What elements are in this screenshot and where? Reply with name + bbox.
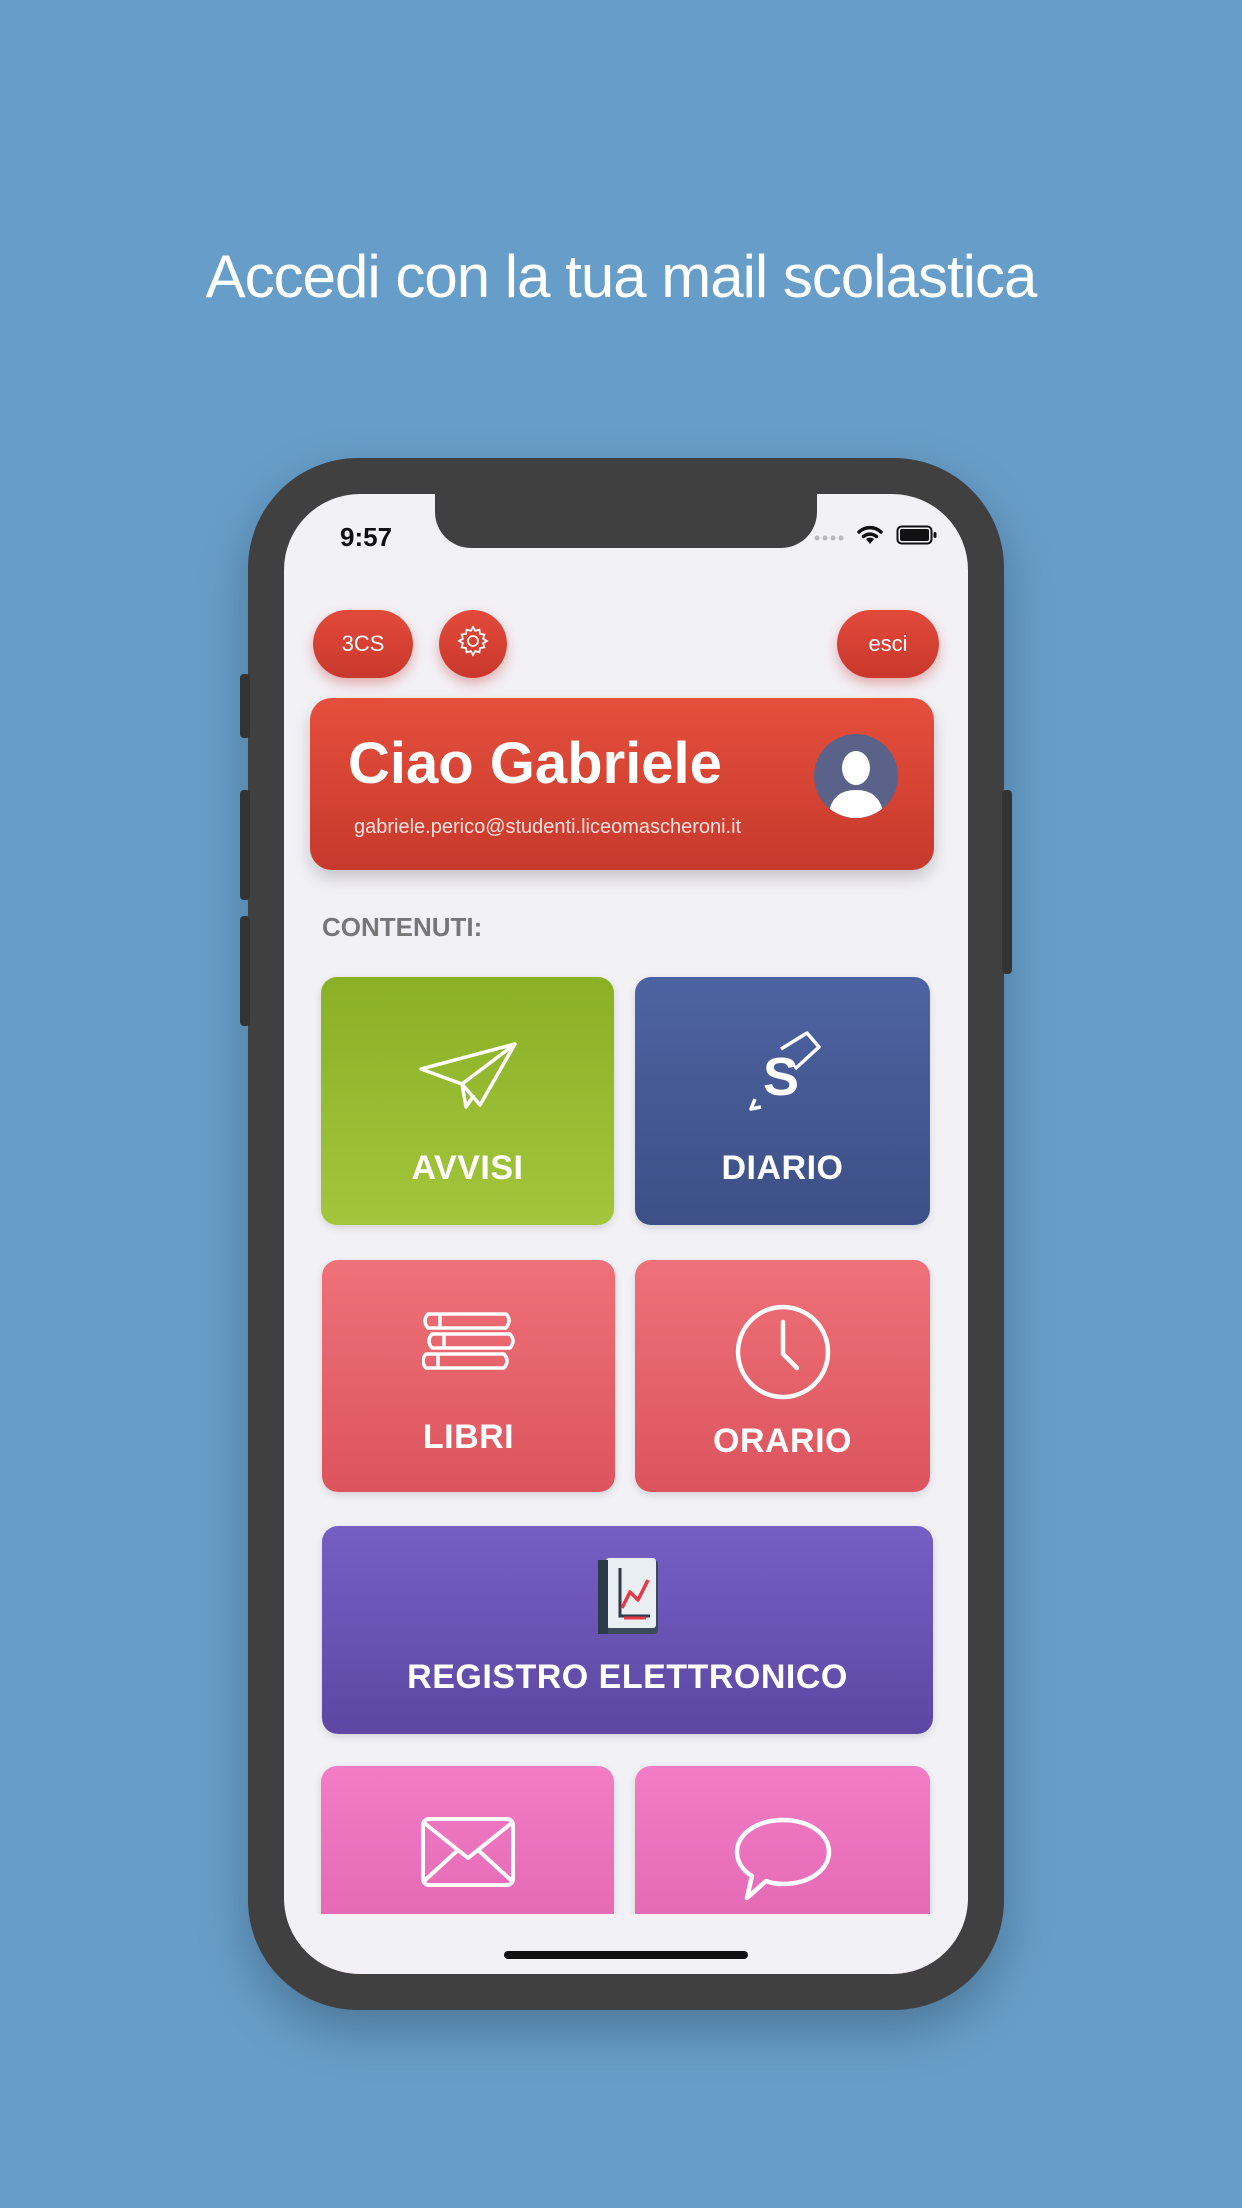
books-icon	[420, 1308, 516, 1387]
phone-notch	[435, 494, 817, 548]
bottom-safe-area	[284, 1914, 968, 1974]
gear-icon	[456, 624, 490, 664]
phone-silent-switch	[240, 674, 250, 738]
libri-tile[interactable]: LIBRI	[322, 1260, 615, 1492]
status-time: 9:57	[340, 522, 393, 552]
phone-power-button	[1002, 790, 1012, 974]
pen-s-icon: S	[741, 1029, 825, 1118]
libri-label: LIBRI	[422, 1418, 515, 1456]
class-button[interactable]: 3CS	[313, 610, 413, 678]
phone-volume-up	[240, 790, 250, 900]
greeting-card: Ciao Gabriele gabriele.perico@studenti.l…	[310, 698, 934, 870]
svg-text:S: S	[763, 1047, 799, 1107]
mail-icon	[420, 1816, 516, 1893]
greeting-title: Ciao Gabriele	[348, 731, 722, 796]
avatar-icon[interactable]	[814, 734, 898, 818]
section-label: CONTENUTI:	[322, 912, 483, 942]
settings-button[interactable]	[439, 610, 507, 678]
chat-icon	[733, 1816, 833, 1911]
paper-plane-icon	[418, 1041, 518, 1116]
class-label: 3CS	[341, 631, 385, 656]
orario-tile[interactable]: ORARIO	[635, 1260, 930, 1492]
user-email: gabriele.perico@studenti.liceomascheroni…	[354, 816, 742, 838]
registro-label: REGISTRO ELETTRONICO	[407, 1658, 848, 1696]
logout-label: esci	[868, 631, 908, 656]
diario-label: DIARIO	[721, 1149, 844, 1187]
home-indicator[interactable]	[504, 1951, 748, 1959]
promo-headline: Accedi con la tua mail scolastica	[205, 243, 1038, 310]
phone-volume-down	[240, 916, 250, 1026]
app-screen: 9:57 3CS esci Ciao Gabriele gabriele.per…	[284, 494, 968, 1974]
wifi-icon	[856, 524, 884, 551]
avvisi-tile[interactable]: AVVISI	[321, 977, 614, 1225]
ledger-icon	[596, 1556, 660, 1641]
signal-icon	[814, 529, 844, 547]
clock-icon	[733, 1302, 833, 1407]
registro-tile[interactable]: REGISTRO ELETTRONICO	[322, 1526, 933, 1734]
diario-tile[interactable]: S DIARIO	[635, 977, 930, 1225]
logout-button[interactable]: esci	[837, 610, 939, 678]
orario-label: ORARIO	[713, 1422, 852, 1460]
status-icons	[814, 524, 938, 551]
battery-icon	[896, 524, 938, 551]
avvisi-label: AVVISI	[411, 1149, 524, 1187]
